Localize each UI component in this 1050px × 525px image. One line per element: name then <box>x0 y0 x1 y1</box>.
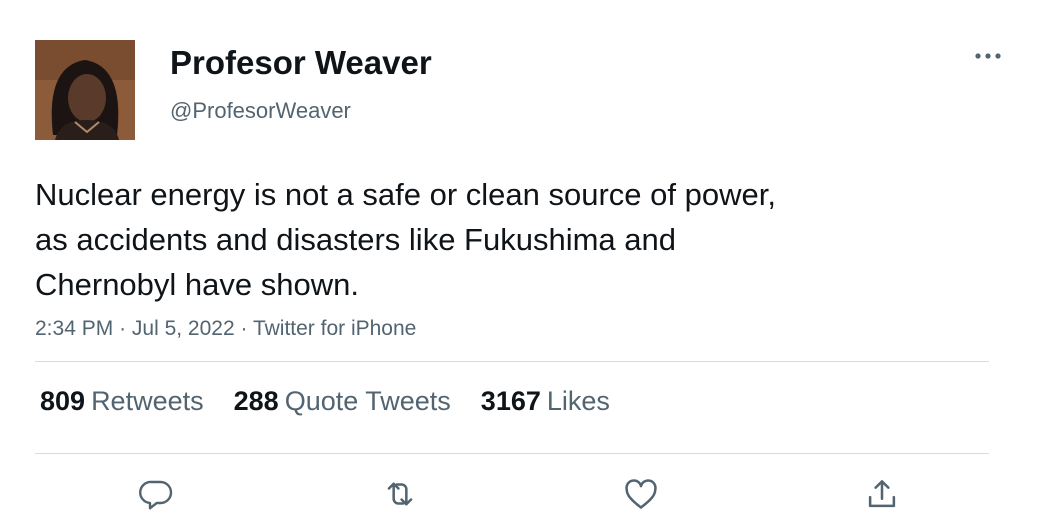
display-name[interactable]: Profesor Weaver <box>170 44 432 82</box>
divider <box>35 361 989 362</box>
reply-icon <box>139 480 173 510</box>
tweet-time[interactable]: 2:34 PM <box>35 317 113 340</box>
retweets-label: Retweets <box>91 386 204 416</box>
retweets-stat[interactable]: 809 Retweets <box>40 386 204 417</box>
tweet-date[interactable]: Jul 5, 2022 <box>132 317 235 340</box>
tweet-text: Nuclear energy is not a safe or clean so… <box>35 172 935 307</box>
tweet-meta: 2:34 PM · Jul 5, 2022 · Twitter for iPho… <box>35 317 416 341</box>
tweet-text-line: Chernobyl have shown. <box>35 267 359 302</box>
tweet-text-line: as accidents and disasters like Fukushim… <box>35 222 676 257</box>
likes-stat[interactable]: 3167 Likes <box>481 386 610 417</box>
likes-label: Likes <box>546 386 610 416</box>
likes-count: 3167 <box>480 386 541 416</box>
share-icon <box>868 480 896 508</box>
share-button[interactable] <box>862 474 902 514</box>
meta-separator: · <box>240 317 253 340</box>
heart-icon <box>625 479 657 509</box>
more-horizontal-icon <box>975 53 1001 59</box>
meta-separator: · <box>119 317 132 340</box>
quote-tweets-stat[interactable]: 288 Quote Tweets <box>234 386 451 417</box>
retweets-count: 809 <box>40 386 86 416</box>
avatar[interactable] <box>35 40 135 140</box>
like-button[interactable] <box>621 474 661 514</box>
divider <box>35 453 989 454</box>
retweet-icon <box>387 482 413 506</box>
reply-button[interactable] <box>136 474 176 514</box>
user-handle[interactable]: @ProfesorWeaver <box>170 98 351 124</box>
quote-tweets-label: Quote Tweets <box>284 386 451 416</box>
retweet-button[interactable] <box>380 474 420 514</box>
more-options-button[interactable] <box>970 44 1006 68</box>
tweet-stats: 809 Retweets 288 Quote Tweets 3167 Likes <box>40 386 640 417</box>
quote-tweets-count: 288 <box>233 386 279 416</box>
tweet-source[interactable]: Twitter for iPhone <box>253 317 416 340</box>
tweet-text-line: Nuclear energy is not a safe or clean so… <box>35 177 776 212</box>
